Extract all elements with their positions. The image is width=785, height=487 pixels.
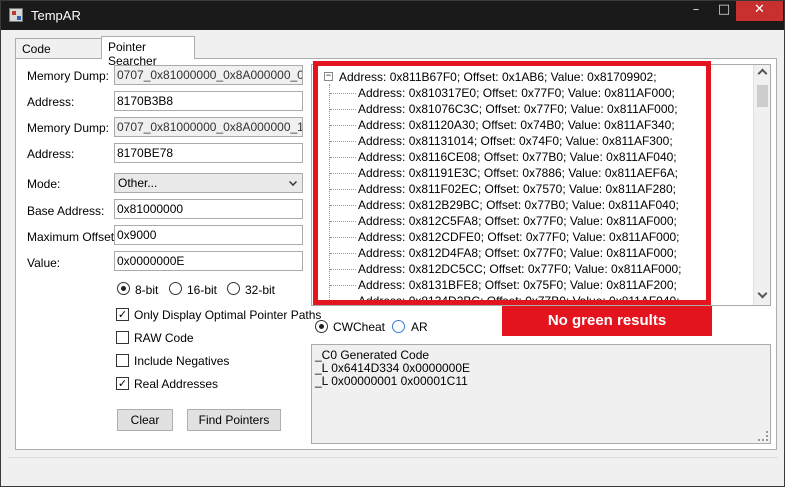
tab-code-converter[interactable]: Code Converter	[15, 38, 102, 70]
title-bar: TempAR – □ ✕	[1, 1, 784, 30]
tab-pointer-searcher[interactable]: Pointer Searcher	[101, 36, 195, 68]
base-address-input[interactable]: 0x81000000	[114, 199, 303, 219]
address-1-input[interactable]: 8170B3B8	[114, 91, 303, 111]
optimal-paths-label: Only Display Optimal Pointer Paths	[134, 308, 322, 322]
address-1-label: Address:	[27, 95, 75, 109]
scroll-up-icon[interactable]	[757, 68, 768, 79]
app-icon	[9, 8, 23, 22]
base-address-label: Base Address:	[27, 204, 105, 218]
annotation-label: No green results	[502, 306, 712, 336]
mode-select-value: Other...	[118, 176, 158, 190]
chevron-down-icon	[289, 178, 297, 186]
radio-32bit-label: 32-bit	[245, 283, 276, 297]
results-scrollbar[interactable]	[753, 65, 770, 305]
status-bar	[8, 457, 778, 479]
radio-ar[interactable]	[392, 320, 405, 333]
address-2-label: Address:	[27, 147, 75, 161]
maximize-button[interactable]: □	[710, 1, 738, 21]
optimal-paths-checkbox[interactable]: ✓	[116, 308, 129, 321]
memory-dump-2-label: Memory Dump:	[27, 121, 110, 135]
memory-dump-1-label: Memory Dump:	[27, 69, 110, 83]
mode-select[interactable]: Other...	[114, 173, 303, 193]
include-negatives-label: Include Negatives	[134, 354, 230, 368]
max-offset-input[interactable]: 0x9000	[114, 225, 303, 245]
scroll-down-icon[interactable]	[757, 288, 768, 299]
minimize-button[interactable]: –	[682, 1, 710, 21]
radio-cwcheat-label: CWCheat	[333, 320, 386, 334]
find-pointers-button[interactable]: Find Pointers	[187, 409, 281, 431]
memory-dump-2-field[interactable]: 0707_0x81000000_0x8A000000_1.bin	[114, 117, 303, 137]
value-input[interactable]: 0x0000000E	[114, 251, 303, 271]
resize-grip[interactable]	[758, 431, 768, 441]
app-window: TempAR – □ ✕ Code Converter Pointer Sear…	[0, 0, 785, 487]
annotation-highlight-box	[313, 61, 711, 305]
generated-code-output[interactable]: _C0 Generated Code _L 0x6414D334 0x00000…	[311, 344, 771, 444]
address-2-input[interactable]: 8170BE78	[114, 143, 303, 163]
mode-label: Mode:	[27, 177, 61, 191]
clear-button[interactable]: Clear	[117, 409, 173, 431]
radio-16bit-label: 16-bit	[187, 283, 218, 297]
radio-16bit[interactable]	[169, 282, 182, 295]
close-button[interactable]: ✕	[736, 1, 783, 21]
value-label: Value:	[27, 256, 61, 270]
memory-dump-1-field[interactable]: 0707_0x81000000_0x8A000000_0.bin	[114, 65, 303, 85]
raw-code-label: RAW Code	[134, 331, 194, 345]
radio-8bit[interactable]	[117, 282, 130, 295]
code-line: _L 0x00000001 0x00001C11	[315, 374, 468, 388]
real-addresses-checkbox[interactable]: ✓	[116, 377, 129, 390]
scrollbar-thumb[interactable]	[757, 85, 768, 107]
max-offset-label: Maximum Offset:	[27, 230, 118, 244]
window-title: TempAR	[31, 8, 81, 23]
raw-code-checkbox[interactable]	[116, 331, 129, 344]
radio-ar-label: AR	[411, 320, 428, 334]
radio-cwcheat[interactable]	[315, 320, 328, 333]
radio-8bit-label: 8-bit	[135, 283, 159, 297]
include-negatives-checkbox[interactable]	[116, 354, 129, 367]
radio-32bit[interactable]	[227, 282, 240, 295]
real-addresses-label: Real Addresses	[134, 377, 219, 391]
